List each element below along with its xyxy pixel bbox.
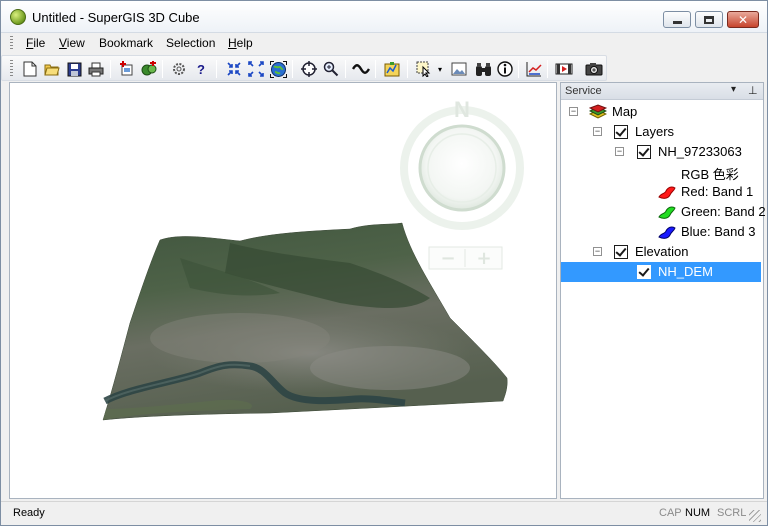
full-extent-globe-icon[interactable] <box>269 60 287 78</box>
resize-grip[interactable] <box>749 510 761 522</box>
menu-view[interactable]: View <box>59 36 85 50</box>
tree-label-elevation: Elevation <box>635 244 689 259</box>
tree-item-raster-layer[interactable]: − NH_97233063 <box>561 142 761 162</box>
tree-label-rgb: RGB 色彩 <box>681 167 739 182</box>
zoom-in-fixed-icon[interactable] <box>225 60 243 78</box>
main-toolbar: ? ▾ <box>1 55 607 81</box>
tree-label-raster-layer: NH_97233063 <box>658 144 742 159</box>
layers-checkbox[interactable] <box>614 125 628 139</box>
toolbar-separator <box>110 60 111 78</box>
zoom-tool-icon[interactable] <box>322 60 340 78</box>
menu-file[interactable]: File <box>26 36 45 50</box>
tree-item-dem[interactable]: NH_DEM <box>561 262 761 282</box>
new-file-icon[interactable] <box>21 60 39 78</box>
green-band-swatch-icon <box>658 206 676 219</box>
tree-item-green-band[interactable]: Green: Band 2 <box>561 202 766 222</box>
status-text: Ready <box>13 507 45 519</box>
panel-pin-icon[interactable]: ⊥ <box>748 84 758 97</box>
tree-item-map[interactable]: − Map <box>561 102 761 122</box>
tree-label-red-band: Red: Band 1 <box>681 184 754 199</box>
panel-dropdown-icon[interactable]: ▾ <box>731 84 736 95</box>
app-window: Untitled - SuperGIS 3D Cube ✕ File View … <box>0 0 768 526</box>
identify-icon[interactable] <box>496 60 514 78</box>
toolbar-separator <box>547 60 548 78</box>
record-icon[interactable] <box>555 60 573 78</box>
help-icon[interactable]: ? <box>192 60 210 78</box>
red-band-swatch-icon <box>658 186 676 199</box>
add-data-icon[interactable] <box>140 60 158 78</box>
tree-label-layers: Layers <box>635 124 675 139</box>
image-icon[interactable] <box>450 60 468 78</box>
toolbar-grip[interactable] <box>10 60 13 77</box>
window-title: Untitled - SuperGIS 3D Cube <box>32 10 200 25</box>
map-tips-icon[interactable] <box>383 60 401 78</box>
collapse-icon[interactable]: − <box>593 127 602 136</box>
toolbar-separator <box>162 60 163 78</box>
add-layer-icon[interactable] <box>118 60 136 78</box>
settings-gear-icon[interactable] <box>170 60 188 78</box>
toolbar-separator <box>518 60 519 78</box>
print-icon[interactable] <box>87 60 105 78</box>
collapse-icon[interactable]: − <box>569 107 578 116</box>
service-panel: Service ▾ ⊥ − Map − Layers − NH_97233063 <box>560 82 766 499</box>
navigation-compass[interactable]: N <box>400 97 524 230</box>
map-layers-icon <box>589 104 607 119</box>
minimize-icon <box>672 21 682 24</box>
minimize-button[interactable] <box>663 11 691 28</box>
collapse-icon[interactable]: − <box>615 147 624 156</box>
tree-label-dem: NH_DEM <box>658 264 713 279</box>
elevation-checkbox[interactable] <box>614 245 628 259</box>
num-lock-indicator: NUM <box>685 507 711 519</box>
screenshot-camera-icon[interactable] <box>585 60 603 78</box>
zoom-out-fixed-icon[interactable] <box>247 60 265 78</box>
zoom-in-button[interactable]: + <box>476 248 491 269</box>
caps-lock-indicator: CAP <box>659 507 682 519</box>
tree-item-blue-band[interactable]: Blue: Band 3 <box>561 222 761 242</box>
save-icon[interactable] <box>65 60 83 78</box>
select-pointer-icon[interactable] <box>415 60 433 78</box>
find-binoculars-icon[interactable] <box>474 60 492 78</box>
compass-north-label: N <box>454 97 470 122</box>
panel-header: Service ▾ ⊥ <box>561 83 763 100</box>
select-dropdown-icon[interactable]: ▾ <box>435 60 445 78</box>
panel-title: Service <box>565 85 602 97</box>
collapse-icon[interactable]: − <box>593 247 602 256</box>
title-bar: Untitled - SuperGIS 3D Cube ✕ <box>1 1 767 33</box>
pan-icon[interactable] <box>300 60 318 78</box>
close-icon: ✕ <box>737 12 749 27</box>
tree-label-green-band: Green: Band 2 <box>681 204 766 219</box>
toolbar-separator <box>345 60 346 78</box>
toolbar-separator <box>407 60 408 78</box>
zoom-out-button[interactable]: − <box>440 248 455 269</box>
fly-icon[interactable] <box>352 60 370 78</box>
maximize-icon <box>704 15 714 24</box>
zoom-control[interactable]: − + <box>428 246 503 270</box>
tree-label-blue-band: Blue: Band 3 <box>681 224 756 239</box>
tree-item-rgb: RGB 色彩 <box>561 162 761 182</box>
measure-chart-icon[interactable] <box>525 60 543 78</box>
open-folder-icon[interactable] <box>43 60 61 78</box>
terrain-scene[interactable]: N − + <box>10 83 556 498</box>
toolbar-separator <box>375 60 376 78</box>
tree-item-elevation[interactable]: − Elevation <box>561 242 761 262</box>
menu-bookmark[interactable]: Bookmark <box>99 36 153 50</box>
menu-selection[interactable]: Selection <box>166 36 215 50</box>
3d-map-view[interactable]: N − + <box>9 82 557 499</box>
close-button[interactable]: ✕ <box>727 11 759 28</box>
scroll-lock-indicator: SCRL <box>717 507 747 519</box>
toolbar-separator <box>216 60 217 78</box>
tree-item-layers[interactable]: − Layers <box>561 122 761 142</box>
menu-bar: File View Bookmark Selection Help <box>1 33 767 53</box>
blue-band-swatch-icon <box>658 226 676 239</box>
menubar-grip[interactable] <box>10 36 13 51</box>
tree-item-red-band[interactable]: Red: Band 1 <box>561 182 761 202</box>
menu-help[interactable]: Help <box>228 36 253 50</box>
toolbar-separator <box>292 60 293 78</box>
raster-layer-checkbox[interactable] <box>637 145 651 159</box>
status-bar: Ready CAP NUM SCRL <box>1 501 767 525</box>
maximize-button[interactable] <box>695 11 723 28</box>
supergis-app-icon <box>10 9 26 25</box>
dem-checkbox[interactable] <box>637 265 651 279</box>
tree-label-map: Map <box>612 104 638 119</box>
